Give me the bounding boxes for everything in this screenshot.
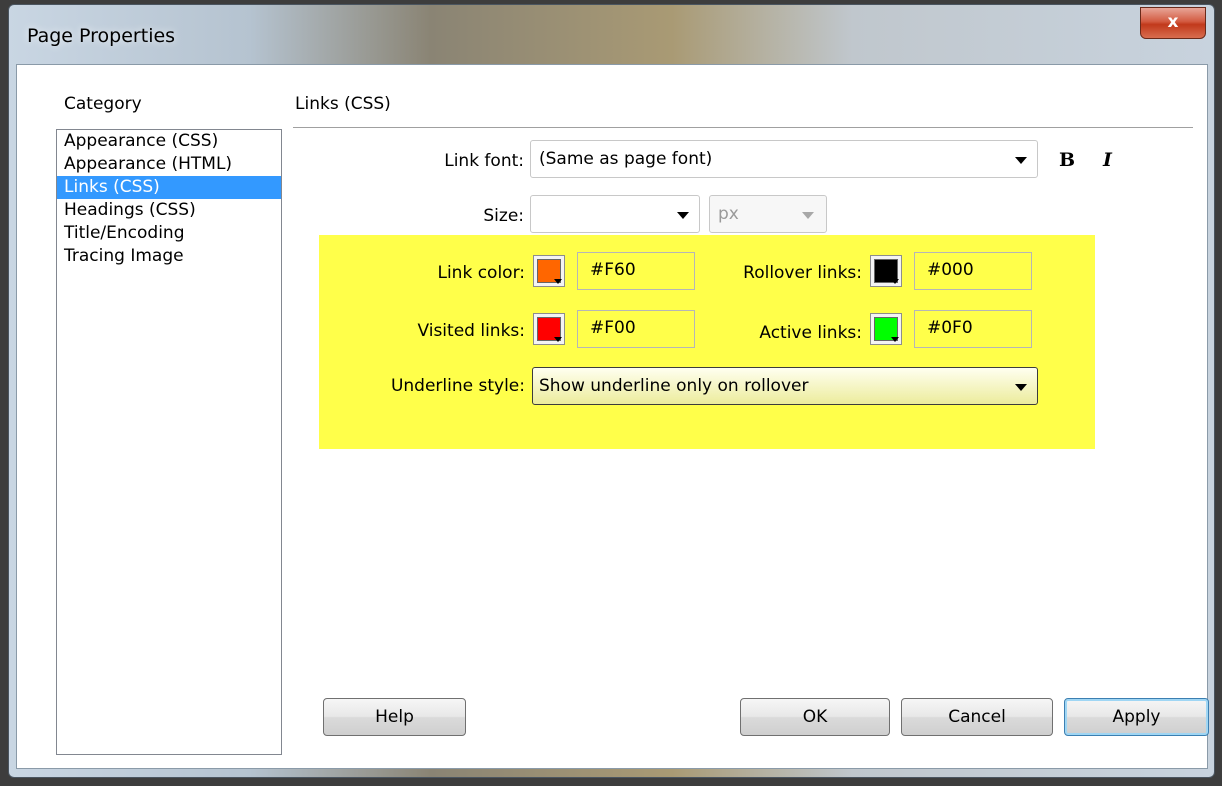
picker-arrow-icon: [554, 337, 562, 342]
chevron-down-icon: [1015, 157, 1027, 164]
bold-button[interactable]: B: [1059, 149, 1075, 171]
dialog-body: Category Appearance (CSS) Appearance (HTM…: [16, 64, 1209, 769]
active-links-label: Active links:: [759, 323, 862, 343]
close-button[interactable]: x: [1140, 7, 1206, 39]
underline-style-value: Show underline only on rollover: [539, 376, 809, 396]
active-links-color-picker[interactable]: [870, 313, 902, 345]
category-item[interactable]: Tracing Image: [57, 245, 281, 268]
chevron-down-icon: [1015, 384, 1027, 391]
visited-links-label: Visited links:: [417, 321, 525, 341]
italic-button[interactable]: I: [1103, 149, 1112, 171]
ok-button[interactable]: OK: [740, 698, 890, 736]
section-divider: [293, 127, 1193, 128]
underline-style-label: Underline style:: [390, 376, 525, 396]
category-list[interactable]: Appearance (CSS) Appearance (HTML) Links (…: [56, 129, 282, 755]
link-font-select[interactable]: (Same as page font): [530, 140, 1038, 178]
picker-arrow-icon: [554, 279, 562, 284]
rollover-links-label: Rollover links:: [743, 263, 862, 283]
picker-arrow-icon: [891, 279, 899, 284]
category-item[interactable]: Title/Encoding: [57, 222, 281, 245]
category-label: Category: [64, 94, 142, 114]
section-title: Links (CSS): [295, 94, 391, 114]
link-color-input[interactable]: #F60: [577, 252, 695, 290]
help-button[interactable]: Help: [323, 698, 466, 736]
category-item[interactable]: Headings (CSS): [57, 199, 281, 222]
size-unit-select[interactable]: px: [709, 195, 827, 233]
link-color-picker[interactable]: [533, 255, 565, 287]
visited-links-color-picker[interactable]: [533, 313, 565, 345]
size-label: Size:: [483, 206, 524, 226]
size-select[interactable]: [530, 195, 700, 233]
link-font-value: (Same as page font): [539, 149, 713, 169]
rollover-links-color-picker[interactable]: [870, 255, 902, 287]
picker-arrow-icon: [891, 337, 899, 342]
cancel-button[interactable]: Cancel: [901, 698, 1053, 736]
page-properties-dialog: Page Properties x Category Appearance (C…: [8, 4, 1215, 778]
title-bar[interactable]: Page Properties x: [9, 5, 1214, 65]
link-color-label: Link color:: [437, 263, 525, 283]
category-item[interactable]: Links (CSS): [57, 176, 281, 199]
active-links-input[interactable]: #0F0: [914, 310, 1032, 348]
apply-button[interactable]: Apply: [1064, 698, 1209, 736]
underline-style-select[interactable]: Show underline only on rollover: [532, 367, 1038, 405]
link-font-label: Link font:: [444, 151, 524, 171]
chevron-down-icon: [677, 212, 689, 219]
category-item[interactable]: Appearance (CSS): [57, 130, 281, 153]
chevron-down-icon: [802, 212, 814, 219]
size-unit-value: px: [718, 204, 739, 224]
category-item[interactable]: Appearance (HTML): [57, 153, 281, 176]
window-title: Page Properties: [27, 25, 176, 47]
rollover-links-input[interactable]: #000: [914, 252, 1032, 290]
visited-links-input[interactable]: #F00: [577, 310, 695, 348]
